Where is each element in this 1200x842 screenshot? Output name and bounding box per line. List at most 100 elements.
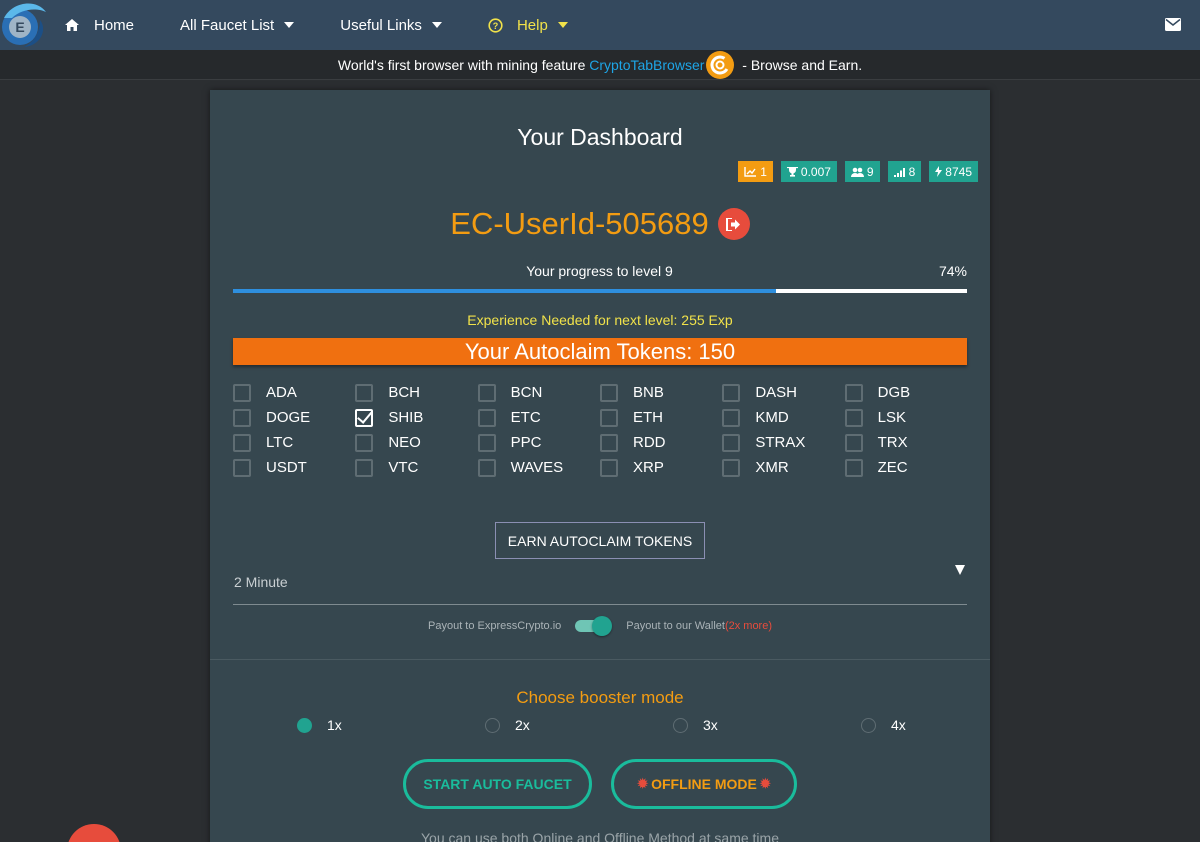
caret-down-icon [557,22,568,28]
coin-label: TRX [877,434,908,451]
nav-faucet-list[interactable]: All Faucet List [180,16,295,34]
coin-option-waves[interactable]: WAVES [477,455,600,480]
coin-option-rdd[interactable]: RDD [599,430,722,455]
coin-checkbox[interactable] [233,433,251,452]
banner-text-before: World's first browser with mining featur… [337,56,590,73]
signal-badge: 8 [887,161,922,182]
payout-left-label: Payout to ExpressCrypto.io [428,620,562,632]
coin-checkbox[interactable] [233,408,251,427]
dashboard-title: Your Dashboard [517,124,683,150]
logout-button[interactable] [717,208,750,240]
coin-option-etc[interactable]: ETC [477,405,600,430]
coin-label: BNB [632,384,664,401]
coin-label: SHIB [388,409,424,426]
cryptotab-icon[interactable] [705,50,735,80]
coin-option-zec[interactable]: ZEC [844,455,967,480]
exp-needed-text: Experience Needed for next level: 255 Ex… [467,312,733,328]
coin-checkbox[interactable] [844,383,863,402]
floating-chat-button[interactable] [67,824,121,842]
coin-checkbox[interactable] [599,458,618,477]
coin-checkbox[interactable] [477,433,496,452]
booster-radio[interactable] [297,717,312,733]
coin-checkbox[interactable] [844,408,863,427]
coin-checkbox[interactable] [844,433,863,452]
coin-option-bcn[interactable]: BCN [477,380,600,405]
booster-radio[interactable] [485,717,500,733]
nav-faucet-list-label: All Faucet List [180,16,275,34]
coin-option-strax[interactable]: STRAX [722,430,844,455]
booster-label: 1x [327,717,342,733]
nav-help[interactable]: ? Help [488,17,568,34]
coin-label: DGB [877,384,911,401]
coin-option-ppc[interactable]: PPC [477,430,600,455]
cryptotab-link[interactable]: CryptoTabBrowser [589,57,704,73]
booster-option-2x[interactable]: 2x [485,717,673,733]
coin-checkbox[interactable] [355,408,374,427]
coin-option-kmd[interactable]: KMD [722,405,844,430]
coin-option-shib[interactable]: SHIB [355,405,477,430]
coin-checkbox[interactable] [477,408,496,427]
coin-checkbox[interactable] [844,458,863,477]
coin-option-bnb[interactable]: BNB [599,380,722,405]
trophy-icon [786,166,798,177]
coin-label: PPC [510,434,542,451]
caret-down-icon [284,22,295,28]
coin-option-usdt[interactable]: USDT [233,455,355,480]
chart-line-icon [744,166,757,177]
payout-toggle-switch[interactable] [575,616,613,636]
nav-useful-links[interactable]: Useful Links [340,17,442,34]
coin-option-lsk[interactable]: LSK [844,405,967,430]
booster-label: 2x [515,717,530,733]
nav-home[interactable]: Home [64,17,134,34]
booster-option-3x[interactable]: 3x [673,717,861,733]
coin-checkbox[interactable] [599,383,618,402]
promo-banner: World's first browser with mining featur… [0,50,1200,80]
start-auto-faucet-button[interactable]: START AUTO FAUCET [403,759,592,809]
coin-checkbox[interactable] [477,458,496,477]
coin-option-neo[interactable]: NEO [355,430,477,455]
earn-autoclaim-tokens-button[interactable]: EARN AUTOCLAIM TOKENS [495,522,705,559]
coin-checkbox[interactable] [722,458,741,477]
coin-checkbox[interactable] [477,383,496,402]
booster-radio[interactable] [861,717,876,733]
coin-checkbox[interactable] [233,458,251,477]
booster-option-1x[interactable]: 1x [297,717,485,733]
coin-option-ada[interactable]: ADA [233,380,355,405]
coin-checkbox[interactable] [355,383,374,402]
cog-icon: ✹ [759,776,771,791]
coin-option-doge[interactable]: DOGE [233,405,355,430]
coin-checkbox[interactable] [355,458,374,477]
claim-interval-select[interactable]: 2 Minute [233,564,967,605]
coin-checkbox[interactable] [722,408,741,427]
coin-option-trx[interactable]: TRX [844,430,967,455]
coin-option-bch[interactable]: BCH [355,380,477,405]
coin-checkbox[interactable] [599,408,618,427]
coin-checkbox[interactable] [599,433,618,452]
coin-label: VTC [388,459,419,476]
coin-label: ETC [510,409,541,426]
coin-label: ADA [266,384,297,401]
coin-checkbox[interactable] [233,383,251,402]
coin-checkbox[interactable] [355,433,374,452]
coin-row: LTC NEO PPC RDD STRAX TRX [233,430,967,455]
coin-option-xrp[interactable]: XRP [599,455,722,480]
coin-option-dash[interactable]: DASH [722,380,844,405]
coin-label: LTC [266,434,294,451]
coin-option-vtc[interactable]: VTC [355,455,477,480]
booster-option-4x[interactable]: 4x [861,717,1049,733]
site-logo[interactable]: E [0,0,50,50]
envelope-icon[interactable] [1165,18,1181,36]
coin-option-ltc[interactable]: LTC [233,430,355,455]
coin-option-eth[interactable]: ETH [599,405,722,430]
booster-label: 4x [891,717,906,733]
booster-radio[interactable] [673,717,688,733]
nav-help-label: Help [516,16,548,34]
coin-label: DOGE [266,409,311,426]
coin-checkbox[interactable] [722,433,741,452]
coin-label: LSK [877,409,906,426]
coin-option-xmr[interactable]: XMR [722,455,844,480]
coin-checkbox[interactable] [722,383,741,402]
offline-mode-button[interactable]: ✹ OFFLINE MODE ✹ [611,759,797,809]
level-badge-value: 1 [760,164,767,179]
coin-option-dgb[interactable]: DGB [844,380,967,405]
